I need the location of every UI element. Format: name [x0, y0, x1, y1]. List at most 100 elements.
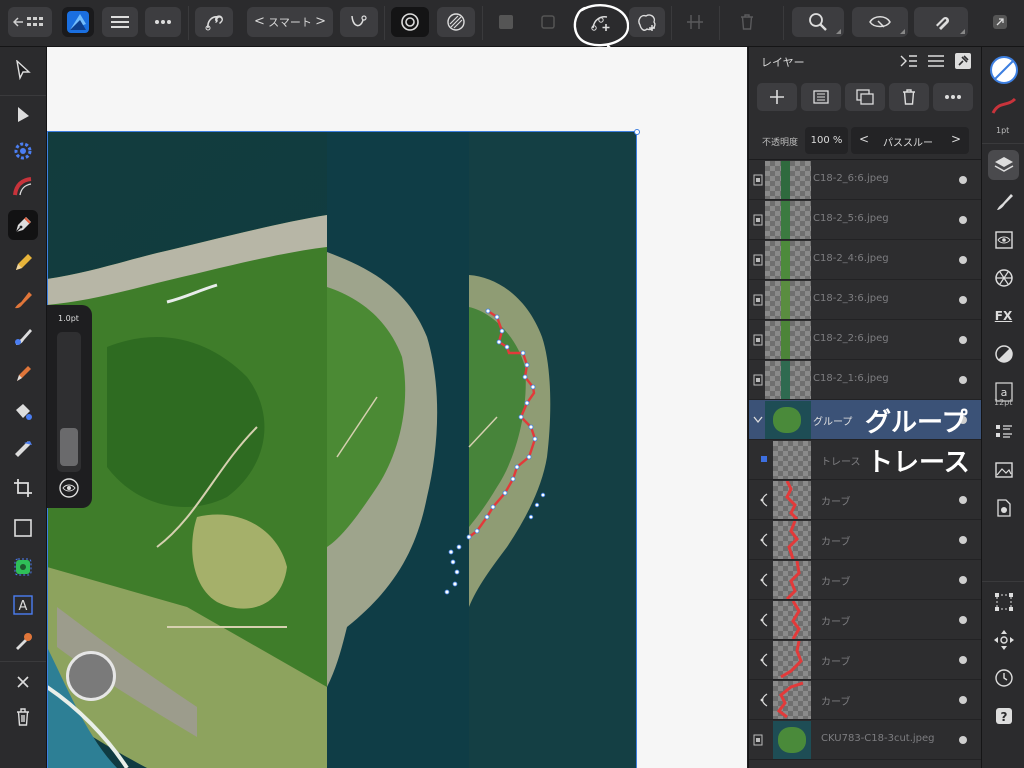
pencil-tool[interactable]: [8, 248, 38, 278]
visibility-dot[interactable]: [959, 336, 967, 344]
visibility-dot[interactable]: [959, 296, 967, 304]
visibility-dot[interactable]: [959, 256, 967, 264]
layer-row[interactable]: CKU783-C18-3cut.jpeg: [749, 720, 981, 760]
paint-brush-tool[interactable]: [8, 359, 38, 389]
visibility-dot[interactable]: [959, 616, 967, 624]
layers-studio-button[interactable]: [988, 150, 1019, 180]
settings-studio-button[interactable]: [988, 493, 1019, 523]
visibility-dot[interactable]: [959, 216, 967, 224]
blend-prev-icon[interactable]: <: [859, 132, 869, 146]
layer-more-button[interactable]: [933, 83, 973, 111]
stroke-width-slider[interactable]: [57, 332, 81, 472]
add-mask-button[interactable]: [845, 83, 885, 111]
gradient-tool[interactable]: [8, 397, 38, 427]
paragraph-studio-button[interactable]: [988, 417, 1019, 447]
color-swatch-button[interactable]: [988, 55, 1019, 85]
navigator-studio-button[interactable]: [988, 625, 1019, 655]
layer-row[interactable]: カーブ: [749, 560, 981, 600]
blend-mode-selector[interactable]: < パススルー >: [851, 127, 969, 154]
brushes-studio-button[interactable]: [988, 187, 1019, 217]
crop-tool[interactable]: [8, 473, 38, 503]
pin-panel-icon[interactable]: [954, 52, 972, 70]
mode-prev-button[interactable]: <: [254, 14, 265, 29]
layer-row[interactable]: カーブ: [749, 600, 981, 640]
visibility-dot[interactable]: [959, 176, 967, 184]
quick-action-button[interactable]: [66, 651, 116, 701]
move-tool[interactable]: [8, 55, 38, 85]
delete-tool-button[interactable]: [8, 702, 38, 732]
layer-row[interactable]: カーブ: [749, 520, 981, 560]
rectangle-tool[interactable]: [8, 513, 38, 543]
snapping-magnet-button[interactable]: [914, 7, 968, 37]
pen-mode-selector[interactable]: < スマート >: [247, 7, 333, 37]
align-button[interactable]: [678, 7, 712, 37]
add-shape-node-button[interactable]: [629, 7, 665, 37]
layer-row-trace[interactable]: トレース トレース: [749, 440, 981, 480]
place-image-tool[interactable]: [8, 552, 38, 582]
more-button[interactable]: [145, 7, 181, 37]
corner-tool[interactable]: [8, 136, 38, 166]
layers-panel-title: レイヤー: [761, 56, 805, 69]
vector-brush-tool[interactable]: [8, 285, 38, 315]
stroke-button[interactable]: [988, 91, 1019, 121]
view-mode-button[interactable]: [852, 7, 908, 37]
layer-row[interactable]: カーブ: [749, 680, 981, 720]
smart-curve-button[interactable]: [340, 7, 378, 37]
visibility-dot[interactable]: [959, 696, 967, 704]
help-studio-button[interactable]: ?: [988, 701, 1019, 731]
pencil-contour-tool[interactable]: [8, 172, 38, 202]
clip-button[interactable]: [532, 7, 564, 37]
add-layer-button[interactable]: [757, 83, 797, 111]
mode-next-button[interactable]: >: [315, 14, 326, 29]
node-tool[interactable]: [8, 100, 38, 130]
visibility-dot[interactable]: [959, 496, 967, 504]
fill-tool[interactable]: [8, 322, 38, 352]
appearance-studio-button[interactable]: [988, 225, 1019, 255]
snapping-button[interactable]: [195, 7, 233, 37]
back-to-documents-button[interactable]: [8, 7, 52, 37]
layer-row[interactable]: カーブ: [749, 480, 981, 520]
delete-button[interactable]: [730, 7, 764, 37]
stroke-fill-toggle-button[interactable]: [391, 7, 429, 37]
transparency-tool[interactable]: [8, 434, 38, 464]
designer-app-logo[interactable]: [62, 7, 94, 37]
stroke-width-handle[interactable]: [60, 428, 78, 466]
transform-studio-button[interactable]: [988, 587, 1019, 617]
visibility-dot[interactable]: [959, 536, 967, 544]
collapse-layers-icon[interactable]: [900, 54, 918, 68]
visibility-dot[interactable]: [959, 656, 967, 664]
document-canvas[interactable]: [47, 47, 747, 768]
color-picker-tool[interactable]: [8, 627, 38, 657]
visibility-dot[interactable]: [959, 736, 967, 744]
layer-row[interactable]: C18-2_6:6.jpeg: [749, 160, 981, 200]
eye-toggle-icon[interactable]: [58, 477, 80, 499]
layer-row[interactable]: C18-2_5:6.jpeg: [749, 200, 981, 240]
visibility-dot[interactable]: [959, 376, 967, 384]
effects-studio-button[interactable]: FX: [988, 301, 1019, 331]
close-tools-button[interactable]: [8, 667, 38, 697]
history-studio-button[interactable]: [988, 663, 1019, 693]
visibility-dot[interactable]: [959, 576, 967, 584]
menu-button[interactable]: [102, 7, 138, 37]
layer-row[interactable]: C18-2_2:6.jpeg: [749, 320, 981, 360]
blend-next-icon[interactable]: >: [951, 132, 961, 146]
transparency-studio-button[interactable]: [988, 339, 1019, 369]
layer-row[interactable]: C18-2_1:6.jpeg: [749, 360, 981, 400]
chevron-down-icon[interactable]: [753, 414, 763, 428]
add-pixel-layer-button[interactable]: [801, 83, 841, 111]
mask-button[interactable]: [490, 7, 522, 37]
pen-tool[interactable]: [8, 210, 38, 240]
zoom-button[interactable]: [792, 7, 844, 37]
layer-options-icon[interactable]: [927, 54, 945, 68]
layer-row[interactable]: C18-2_4:6.jpeg: [749, 240, 981, 280]
layer-row[interactable]: カーブ: [749, 640, 981, 680]
assets-studio-button[interactable]: [988, 455, 1019, 485]
fill-style-button[interactable]: [437, 7, 475, 37]
layer-row-group[interactable]: グループ グループ: [749, 400, 981, 440]
opacity-field[interactable]: 100 %: [805, 127, 848, 154]
layer-row[interactable]: C18-2_3:6.jpeg: [749, 280, 981, 320]
symbols-studio-button[interactable]: [988, 263, 1019, 293]
fullscreen-button[interactable]: [984, 7, 1016, 37]
delete-layer-button[interactable]: [889, 83, 929, 111]
artistic-text-tool[interactable]: A: [8, 590, 38, 620]
